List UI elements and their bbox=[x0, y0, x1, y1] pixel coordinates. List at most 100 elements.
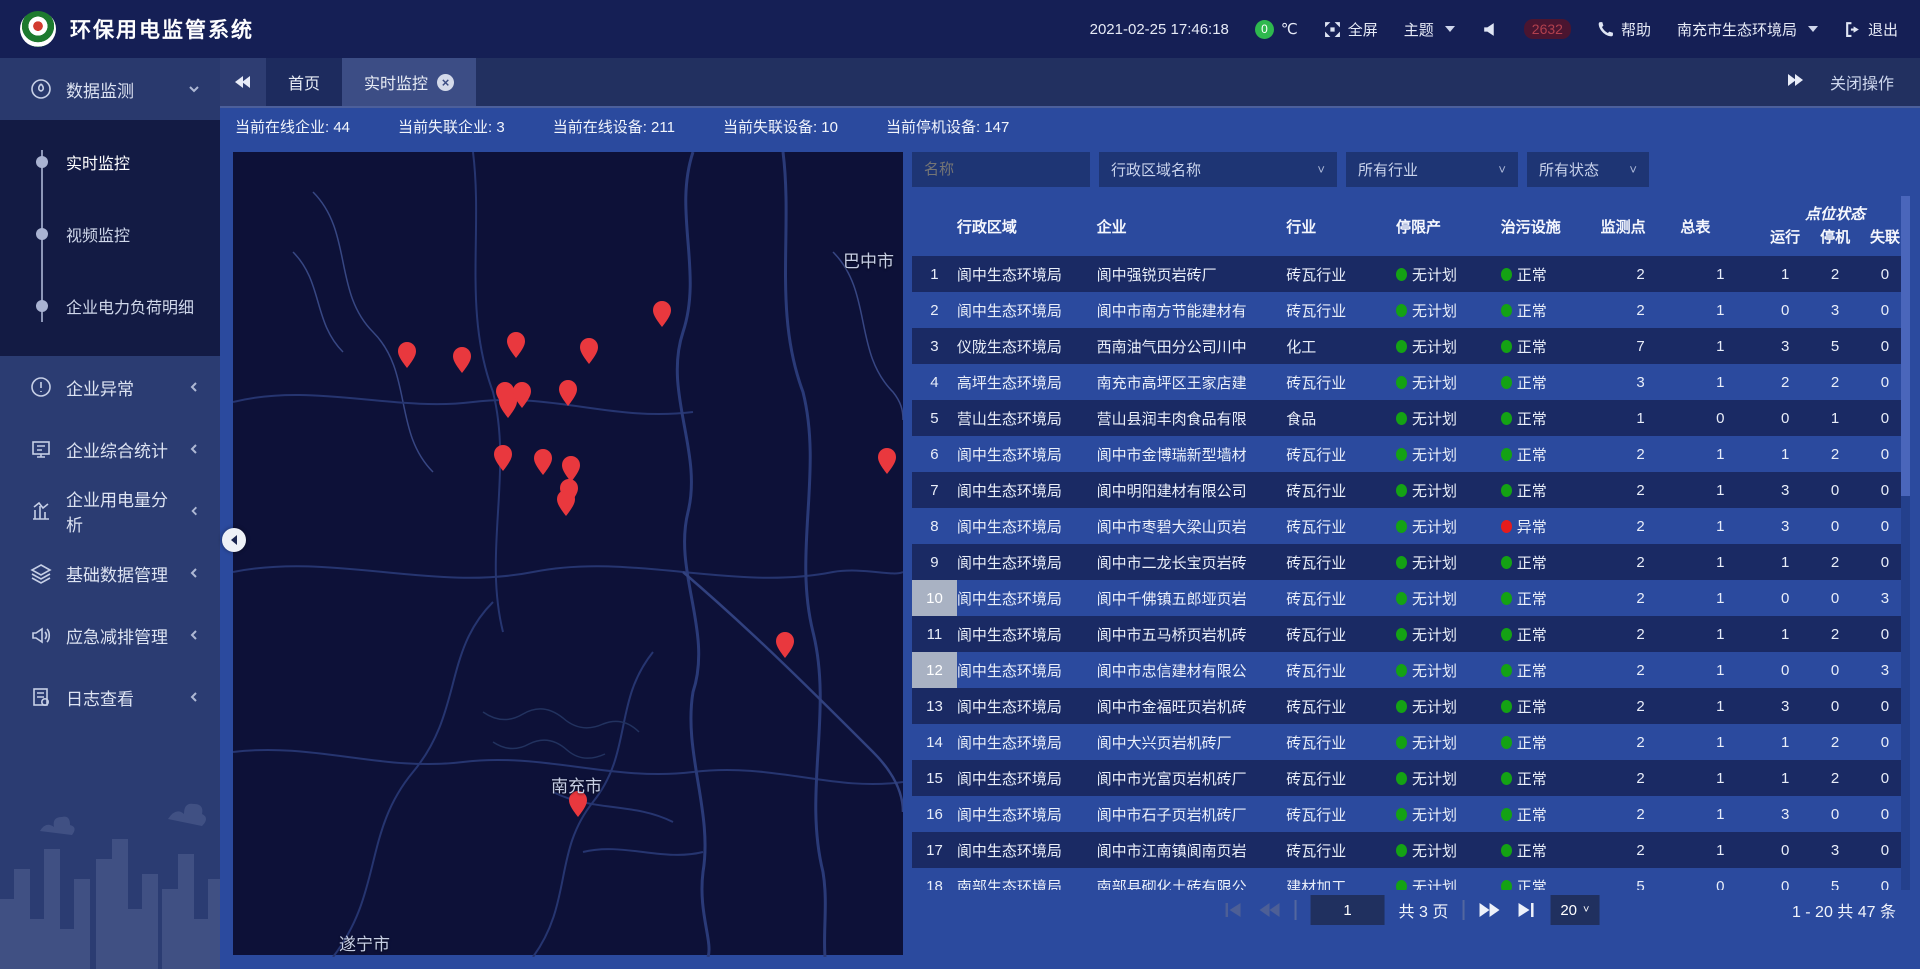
table-row[interactable]: 10阆中生态环境局阆中千佛镇五郎垭页岩砖瓦行业无计划正常21003 bbox=[912, 580, 1910, 616]
map-pin-icon[interactable] bbox=[776, 632, 794, 658]
sidebar-subitem-2[interactable]: 企业电力负荷明细 bbox=[0, 270, 220, 342]
table-header: 行政区域 企业 行业 停限产 治污设施 监测点 总表 运行 停机 失联 点位状态 bbox=[912, 196, 1910, 256]
table-row[interactable]: 4高坪生态环境局南充市高坪区王家店建砖瓦行业无计划正常31220 bbox=[912, 364, 1910, 400]
map-pin-icon[interactable] bbox=[494, 445, 512, 471]
app-title: 环保用电监管系统 bbox=[70, 14, 254, 44]
map-pin-icon[interactable] bbox=[878, 448, 896, 474]
table-scrollbar[interactable] bbox=[1901, 196, 1910, 890]
sidebar-item-6[interactable]: 日志查看 bbox=[0, 666, 220, 728]
tabs-scroll-left-button[interactable] bbox=[220, 58, 266, 106]
sidebar-item-0[interactable]: 数据监测 bbox=[0, 58, 220, 120]
map-pin-icon[interactable] bbox=[557, 490, 575, 516]
row-points: 2 bbox=[1601, 544, 1681, 580]
map-city-label-2: 遂宁市 bbox=[339, 930, 390, 955]
table-row[interactable]: 17阆中生态环境局阆中市江南镇阆南页岩砖瓦行业无计划正常21030 bbox=[912, 832, 1910, 868]
previous-page-button[interactable] bbox=[1259, 901, 1281, 919]
statistics-board-icon bbox=[30, 438, 52, 460]
sidebar-item-5[interactable]: 应急减排管理 bbox=[0, 604, 220, 666]
row-industry: 砖瓦行业 bbox=[1286, 436, 1396, 472]
table-row[interactable]: 3仪陇生态环境局西南油气田分公司川中化工无计划正常71350 bbox=[912, 328, 1910, 364]
row-company: 南充市高坪区王家店建 bbox=[1097, 364, 1287, 400]
chevron-down-icon bbox=[1808, 26, 1818, 32]
table-row[interactable]: 8阆中生态环境局阆中市枣碧大梁山页岩砖瓦行业无计划异常21300 bbox=[912, 508, 1910, 544]
tab-1[interactable]: 实时监控× bbox=[342, 58, 476, 106]
next-page-button[interactable] bbox=[1478, 901, 1500, 919]
col-points: 监测点 bbox=[1601, 196, 1681, 256]
last-page-button[interactable] bbox=[1514, 901, 1536, 919]
chevron-left-icon bbox=[229, 535, 239, 545]
sidebar-item-1[interactable]: 企业异常 bbox=[0, 356, 220, 418]
page-size-select[interactable]: 20˅ bbox=[1550, 895, 1599, 925]
close-operations-menu[interactable]: 关闭操作 bbox=[1830, 70, 1894, 94]
notification-button[interactable]: 2632 bbox=[1524, 19, 1571, 39]
table-row[interactable]: 16阆中生态环境局阆中市石子页岩机砖厂砖瓦行业无计划正常21300 bbox=[912, 796, 1910, 832]
table-row[interactable]: 18南部生态环境局南部县砌化土砖有限公建材加工无计划正常50050 bbox=[912, 868, 1910, 890]
map-pin-icon[interactable] bbox=[453, 347, 471, 373]
map-collapse-toggle[interactable] bbox=[222, 528, 246, 552]
map-pin-icon[interactable] bbox=[398, 342, 416, 368]
sidebar-subitem-1[interactable]: 视频监控 bbox=[0, 198, 220, 270]
table-row[interactable]: 1阆中生态环境局阆中强锐页岩砖厂砖瓦行业无计划正常21120 bbox=[912, 256, 1910, 292]
row-index: 10 bbox=[912, 580, 957, 616]
tab-0[interactable]: 首页 bbox=[266, 58, 342, 106]
row-meters: 1 bbox=[1680, 508, 1760, 544]
row-industry: 砖瓦行业 bbox=[1286, 760, 1396, 796]
table-row[interactable]: 2阆中生态环境局阆中市南方节能建材有砖瓦行业无计划正常21030 bbox=[912, 292, 1910, 328]
table-row[interactable]: 11阆中生态环境局阆中市五马桥页岩机砖砖瓦行业无计划正常21120 bbox=[912, 616, 1910, 652]
row-run: 0 bbox=[1760, 292, 1810, 328]
sidebar-item-2[interactable]: 企业综合统计 bbox=[0, 418, 220, 480]
sidebar-item-label: 企业用电量分析 bbox=[66, 486, 175, 536]
row-stop: 0 bbox=[1810, 796, 1860, 832]
map-pin-icon[interactable] bbox=[653, 301, 671, 327]
first-page-button[interactable] bbox=[1223, 901, 1245, 919]
name-search-input[interactable] bbox=[912, 152, 1090, 187]
sidebar-item-4[interactable]: 基础数据管理 bbox=[0, 542, 220, 604]
table-row[interactable]: 9阆中生态环境局阆中市二龙长宝页岩砖砖瓦行业无计划正常21120 bbox=[912, 544, 1910, 580]
row-facility-status: 正常 bbox=[1501, 688, 1601, 724]
industry-select[interactable]: 所有行业˅ bbox=[1346, 152, 1518, 187]
table-row[interactable]: 6阆中生态环境局阆中市金博瑞新型墙材砖瓦行业无计划正常21120 bbox=[912, 436, 1910, 472]
theme-menu[interactable]: 主题 bbox=[1404, 19, 1455, 40]
table-row[interactable]: 14阆中生态环境局阆中大兴页岩机砖厂砖瓦行业无计划正常21120 bbox=[912, 724, 1910, 760]
megaphone-icon bbox=[30, 624, 52, 646]
table-row[interactable]: 12阆中生态环境局阆中市忠信建材有限公砖瓦行业无计划正常21003 bbox=[912, 652, 1910, 688]
table-row[interactable]: 13阆中生态环境局阆中市金福旺页岩机砖砖瓦行业无计划正常21300 bbox=[912, 688, 1910, 724]
logout-button[interactable]: 退出 bbox=[1844, 19, 1898, 40]
map-panel[interactable]: 巴中市南充市遂宁市 bbox=[233, 152, 903, 955]
speaker-mute-button[interactable] bbox=[1481, 21, 1498, 38]
page-number-input[interactable] bbox=[1311, 895, 1385, 925]
row-run: 3 bbox=[1760, 508, 1810, 544]
row-index: 16 bbox=[912, 796, 957, 832]
row-region: 高坪生态环境局 bbox=[957, 364, 1097, 400]
row-region: 阆中生态环境局 bbox=[957, 832, 1097, 868]
tabs-scroll-right-button[interactable] bbox=[1786, 72, 1804, 93]
green-dot-icon bbox=[1501, 340, 1512, 353]
page-size-value: 20 bbox=[1560, 902, 1577, 919]
map-canvas[interactable] bbox=[233, 152, 903, 957]
row-limit-status: 无计划 bbox=[1396, 544, 1501, 580]
chevron-left-icon bbox=[189, 505, 200, 517]
sidebar-subitem-0[interactable]: 实时监控 bbox=[0, 126, 220, 198]
tab-close-icon[interactable]: × bbox=[437, 74, 454, 91]
row-meters: 0 bbox=[1680, 400, 1760, 436]
map-pin-icon[interactable] bbox=[559, 380, 577, 406]
status-select[interactable]: 所有状态˅ bbox=[1527, 152, 1649, 187]
double-chevron-left-icon bbox=[234, 74, 252, 90]
help-label: 帮助 bbox=[1621, 19, 1651, 40]
table-row[interactable]: 7阆中生态环境局阆中明阳建材有限公司砖瓦行业无计划正常21300 bbox=[912, 472, 1910, 508]
app-logo-icon bbox=[20, 11, 56, 47]
row-limit-status: 无计划 bbox=[1396, 508, 1501, 544]
help-button[interactable]: 帮助 bbox=[1597, 19, 1651, 40]
row-facility-status: 异常 bbox=[1501, 508, 1601, 544]
map-pin-icon[interactable] bbox=[580, 338, 598, 364]
table-row[interactable]: 5营山生态环境局营山县润丰肉食品有限食品无计划正常10010 bbox=[912, 400, 1910, 436]
fullscreen-button[interactable]: 全屏 bbox=[1324, 19, 1378, 40]
region-select[interactable]: 行政区域名称˅ bbox=[1099, 152, 1337, 187]
green-dot-icon bbox=[1396, 628, 1407, 641]
map-pin-icon[interactable] bbox=[534, 449, 552, 475]
table-row[interactable]: 15阆中生态环境局阆中市光富页岩机砖厂砖瓦行业无计划正常21120 bbox=[912, 760, 1910, 796]
map-pin-icon[interactable] bbox=[507, 332, 525, 358]
sidebar-item-3[interactable]: 企业用电量分析 bbox=[0, 480, 220, 542]
map-pin-icon[interactable] bbox=[562, 456, 580, 482]
org-user-menu[interactable]: 南充市生态环境局 bbox=[1677, 19, 1818, 40]
